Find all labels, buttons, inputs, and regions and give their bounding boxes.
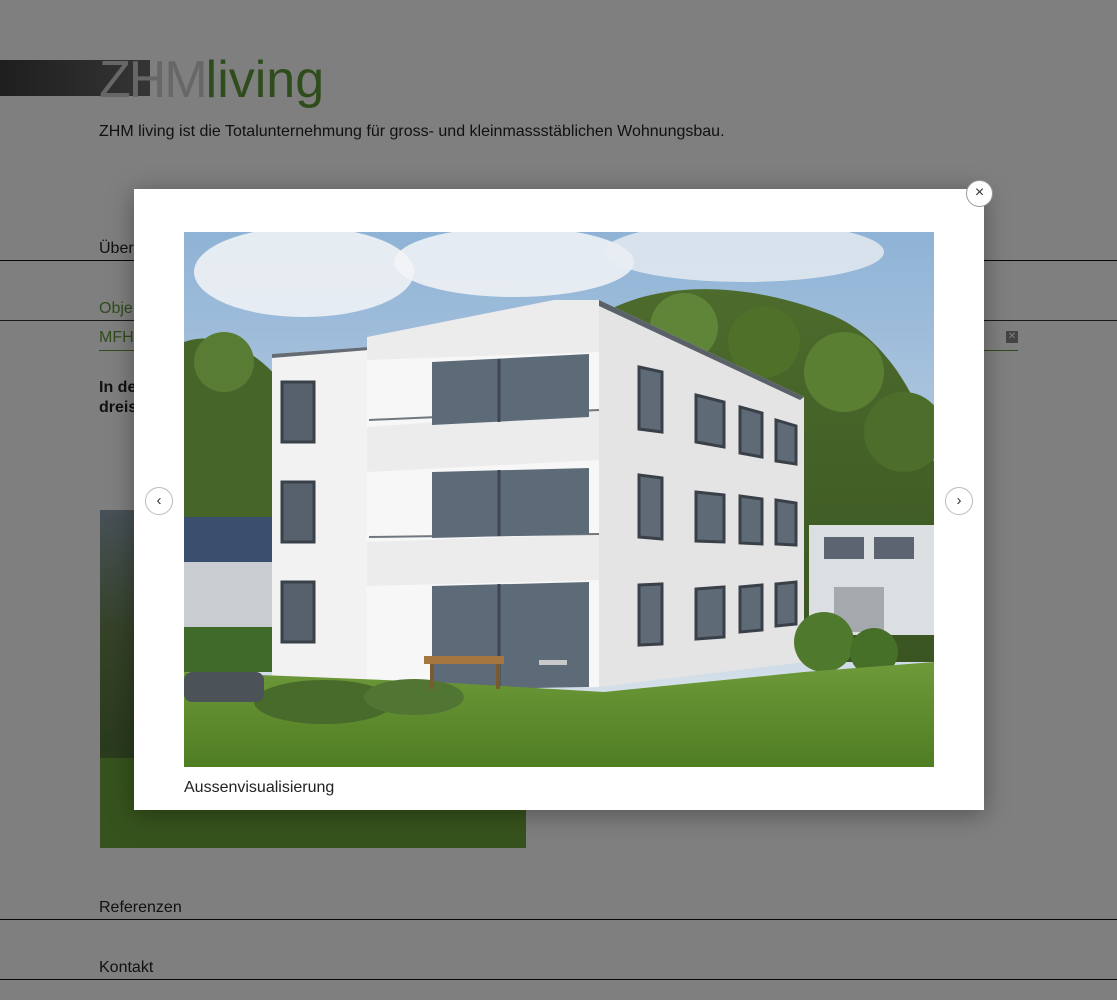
chevron-left-icon: ‹ — [156, 492, 162, 509]
chevron-right-icon: › — [956, 492, 962, 509]
next-image-button[interactable]: › — [945, 487, 973, 515]
building-illustration — [184, 232, 934, 767]
lightbox-image — [184, 232, 934, 767]
lightbox-caption: Aussenvisualisierung — [184, 779, 335, 796]
close-icon: × — [974, 184, 985, 201]
close-lightbox-button[interactable]: × — [966, 180, 993, 207]
previous-image-button[interactable]: ‹ — [145, 487, 173, 515]
